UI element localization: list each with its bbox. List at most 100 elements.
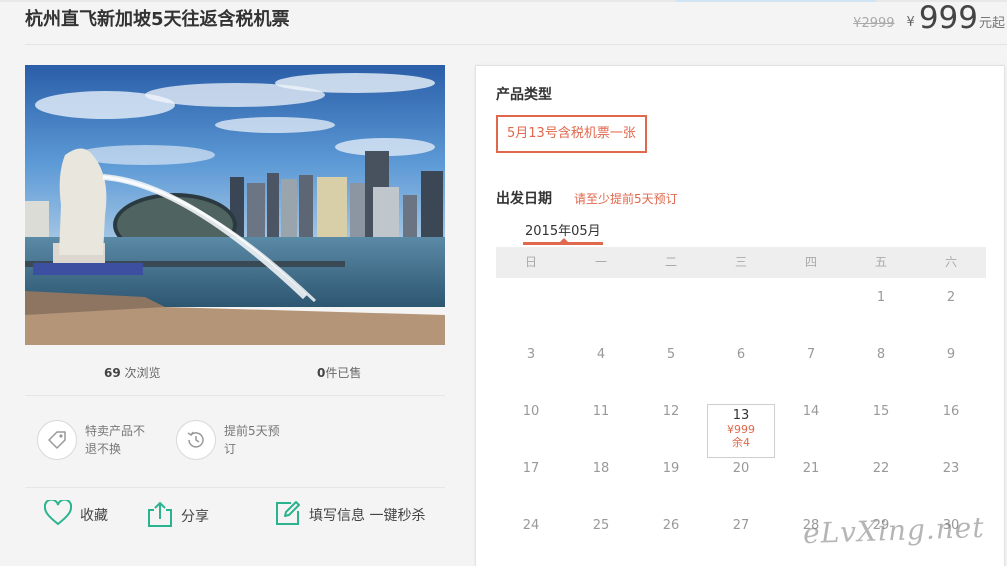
- day-number: 6: [736, 347, 746, 362]
- favorite-button[interactable]: 收藏: [43, 498, 108, 530]
- share-label: 分享: [181, 509, 209, 525]
- price-block: ¥2999 ¥ 999 元起: [853, 0, 1005, 34]
- current-price: 999: [918, 0, 978, 36]
- feature-text: 特卖产品不退不换: [85, 424, 146, 456]
- weekday-mon: 一: [594, 255, 607, 269]
- day-number: 20: [732, 461, 750, 476]
- calendar-weekdays: 日 一 二 三 四 五 六: [496, 247, 986, 278]
- calendar-day: 5: [636, 335, 706, 392]
- day-remaining: 余4: [732, 436, 750, 449]
- month-tab-arrow: [560, 238, 568, 242]
- share-button[interactable]: 分享: [147, 500, 209, 532]
- calendar-day: 25: [566, 506, 636, 563]
- tag-icon: [37, 420, 77, 460]
- weekday-sat: 六: [944, 255, 957, 269]
- day-number: [776, 278, 846, 290]
- departure-note: 请至少提前5天预订: [574, 192, 678, 206]
- day-number: [496, 278, 566, 290]
- day-number: 4: [596, 347, 606, 362]
- weekday-wed: 三: [734, 255, 747, 269]
- heart-icon: [43, 498, 73, 530]
- departure-date-label: 出发日期: [496, 191, 552, 207]
- sold-count: 0件已售: [317, 366, 362, 380]
- edit-icon: [275, 500, 301, 530]
- day-number: 14: [802, 404, 820, 419]
- divider: [25, 395, 445, 396]
- weekday-tue: 二: [664, 255, 677, 269]
- calendar-day: 3: [496, 335, 566, 392]
- day-number: 15: [872, 404, 890, 419]
- day-number: 12: [662, 404, 680, 419]
- day-number: 23: [942, 461, 960, 476]
- month-tab[interactable]: 2015年05月: [525, 220, 601, 239]
- weekday-fri: 五: [874, 255, 887, 269]
- day-number: 25: [592, 518, 610, 533]
- month-tab-underline: [523, 242, 603, 245]
- currency-symbol: ¥: [906, 15, 915, 30]
- day-number: [636, 278, 706, 290]
- calendar-day: 10: [496, 392, 566, 449]
- day-number: 11: [592, 404, 610, 419]
- day-number: 17: [522, 461, 540, 476]
- calendar-day: 23: [916, 449, 986, 506]
- view-count: 69 次浏览: [104, 366, 161, 380]
- calendar-day: 21: [776, 449, 846, 506]
- calendar-day: 6: [706, 335, 776, 392]
- price-unit: 元起: [978, 16, 1005, 31]
- day-number: [566, 278, 636, 290]
- calendar-day: 15: [846, 392, 916, 449]
- history-icon: [176, 420, 216, 460]
- calendar-day: [566, 278, 636, 335]
- calendar-day: 1: [846, 278, 916, 335]
- feature-advance-booking: 提前5天预订: [176, 420, 286, 460]
- calendar-day: 16: [916, 392, 986, 449]
- weekday-thu: 四: [804, 255, 817, 269]
- day-number: 9: [946, 347, 956, 362]
- calendar-day: 20: [706, 449, 776, 506]
- favorite-label: 收藏: [80, 508, 108, 524]
- calendar-day: 17: [496, 449, 566, 506]
- day-number: 3: [526, 347, 536, 362]
- day-number: 7: [806, 347, 816, 362]
- feature-no-refund: 特卖产品不退不换: [37, 420, 147, 460]
- calendar-day: 12: [636, 392, 706, 449]
- day-number: 16: [942, 404, 960, 419]
- top-border-highlight: [676, 0, 876, 2]
- product-type-option[interactable]: 5月13号含税机票一张: [496, 115, 647, 153]
- product-title: 杭州直飞新加坡5天往返含税机票: [25, 9, 290, 30]
- product-stats: 69 次浏览 0件已售: [25, 364, 445, 384]
- calendar-day: 7: [776, 335, 846, 392]
- calendar-day: 14: [776, 392, 846, 449]
- watermark: eLvXing.net: [802, 510, 986, 551]
- calendar-day: [496, 278, 566, 335]
- product-photo: [25, 65, 445, 345]
- calendar-day: 27: [706, 506, 776, 563]
- book-label: 填写信息 一键秒杀: [309, 508, 426, 524]
- share-icon: [147, 500, 173, 532]
- calendar-day: [706, 278, 776, 335]
- booking-panel: 产品类型 5月13号含税机票一张 出发日期 请至少提前5天预订 2015年05月…: [475, 65, 1005, 566]
- day-number: 8: [876, 347, 886, 362]
- calendar-day: [776, 278, 846, 335]
- day-number: 21: [802, 461, 820, 476]
- original-price: ¥2999: [853, 16, 895, 31]
- day-price: ¥999: [727, 423, 755, 436]
- calendar-day: 24: [496, 506, 566, 563]
- calendar-day: 9: [916, 335, 986, 392]
- calendar-day: 2: [916, 278, 986, 335]
- day-number: 24: [522, 518, 540, 533]
- calendar-day: 8: [846, 335, 916, 392]
- day-number: 18: [592, 461, 610, 476]
- day-number: 10: [522, 404, 540, 419]
- calendar-day: 4: [566, 335, 636, 392]
- feature-text: 提前5天预订: [224, 424, 280, 456]
- day-number: 27: [732, 518, 750, 533]
- day-number: 1: [876, 290, 886, 305]
- day-number: 5: [666, 347, 676, 362]
- day-number: 22: [872, 461, 890, 476]
- weekday-sun: 日: [524, 255, 537, 269]
- book-button[interactable]: 填写信息 一键秒杀: [275, 500, 425, 530]
- day-number: 26: [662, 518, 680, 533]
- day-number: 13: [732, 408, 750, 423]
- calendar-day: 19: [636, 449, 706, 506]
